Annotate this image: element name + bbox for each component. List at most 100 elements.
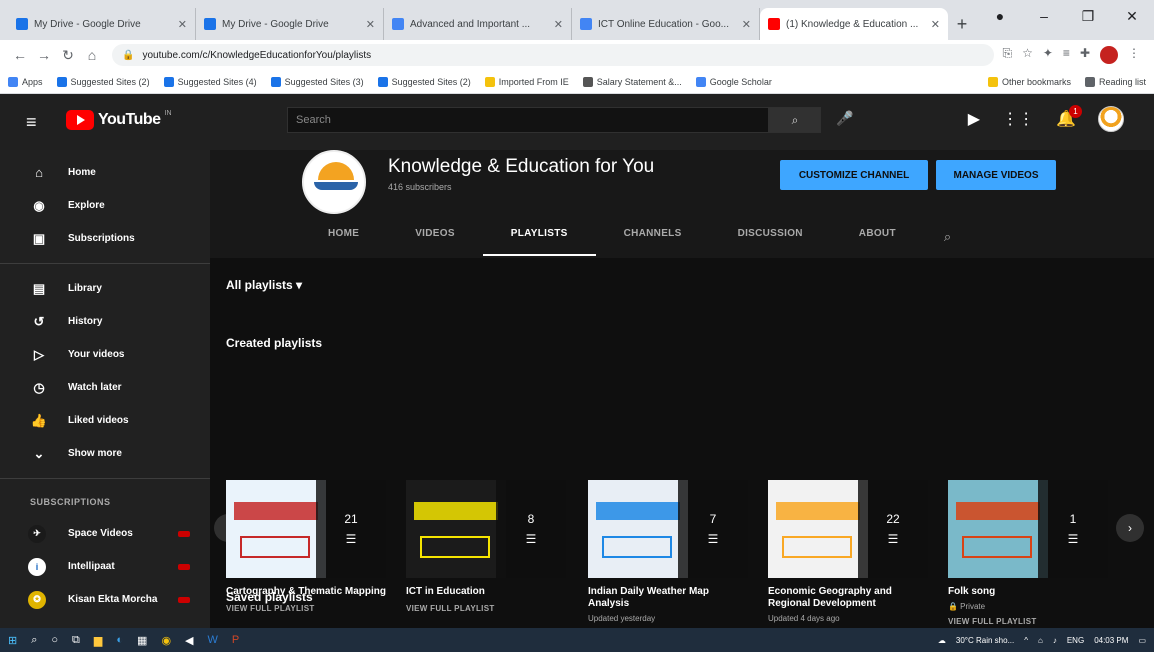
network-icon[interactable]: ⌂ bbox=[1038, 636, 1043, 645]
youtube-logo[interactable]: YouTube IN bbox=[66, 110, 172, 130]
playlist-thumbnail[interactable]: 7 ☰ bbox=[588, 480, 748, 578]
browser-tab[interactable]: Advanced and Important ... ✕ bbox=[384, 8, 572, 40]
store-icon[interactable]: ▦ bbox=[137, 634, 147, 647]
sidebar-item-liked-videos[interactable]: 👍 Liked videos bbox=[0, 404, 210, 437]
back-icon[interactable]: ← bbox=[8, 47, 32, 63]
customize-channel-button[interactable]: CUSTOMIZE CHANNEL bbox=[780, 160, 928, 190]
hamburger-menu-icon[interactable]: ≡ bbox=[26, 112, 37, 133]
playlist-thumbnail[interactable]: 22 ☰ bbox=[768, 480, 928, 578]
bookmark-item[interactable]: Suggested Sites (3) bbox=[270, 76, 364, 87]
clock-time[interactable]: 04:03 PM bbox=[1094, 636, 1128, 645]
language-indicator[interactable]: ENG bbox=[1067, 636, 1084, 645]
tab-about[interactable]: ABOUT bbox=[831, 218, 924, 256]
tab-channels[interactable]: CHANNELS bbox=[596, 218, 710, 256]
browser-tab[interactable]: (1) Knowledge & Education ... ✕ bbox=[760, 8, 948, 40]
sidebar-item-subscriptions[interactable]: ▣ Subscriptions bbox=[0, 222, 210, 255]
file-explorer-icon[interactable]: ▆ bbox=[94, 634, 102, 647]
search-button[interactable]: ⌕ bbox=[769, 107, 821, 133]
home-icon[interactable]: ⌂ bbox=[80, 47, 104, 63]
subscription-item[interactable]: i Intellipaat bbox=[0, 550, 210, 583]
media-icon[interactable]: ◀ bbox=[185, 634, 193, 647]
playlist-thumbnail[interactable]: 21 ☰ bbox=[226, 480, 386, 578]
bookmark-item[interactable]: Salary Statement &... bbox=[582, 76, 682, 87]
sidebar-item-watch-later[interactable]: ◷ Watch later bbox=[0, 371, 210, 404]
bookmark-item[interactable]: Imported From IE bbox=[484, 76, 569, 87]
playlist-thumbnail[interactable]: 1 ☰ bbox=[948, 480, 1108, 578]
playlist-title[interactable]: Economic Geography and Regional Developm… bbox=[768, 586, 928, 610]
kebab-menu-icon[interactable]: ⋮ bbox=[1128, 46, 1140, 64]
playlist-card[interactable]: 7 ☰ Indian Daily Weather Map Analysis Updat… bbox=[588, 480, 748, 628]
close-tab-icon[interactable]: ✕ bbox=[931, 18, 940, 31]
reading-list[interactable]: Reading list bbox=[1084, 76, 1146, 87]
browser-tab[interactable]: My Drive - Google Drive ✕ bbox=[196, 8, 384, 40]
playlist-card[interactable]: 1 ☰ Folk song 🔒 Private VIEW FULL PLAYLIST bbox=[948, 480, 1108, 626]
other-bookmarks[interactable]: Other bookmarks bbox=[987, 76, 1071, 87]
tab-videos[interactable]: VIDEOS bbox=[387, 218, 483, 256]
account-avatar[interactable] bbox=[1098, 106, 1124, 132]
reading-mode-icon[interactable]: ≡ bbox=[1063, 46, 1070, 64]
subscription-item[interactable]: ✈ Space Videos bbox=[0, 517, 210, 550]
sidebar-item-library[interactable]: ▤ Library bbox=[0, 272, 210, 305]
bookmark-item[interactable]: Suggested Sites (2) bbox=[56, 76, 150, 87]
browser-tab[interactable]: ICT Online Education - Goo... ✕ bbox=[572, 8, 760, 40]
windows-start-icon[interactable]: ⊞ bbox=[8, 634, 17, 647]
tray-chevron-icon[interactable]: ^ bbox=[1024, 636, 1028, 645]
cortana-icon[interactable]: ○ bbox=[51, 634, 58, 646]
profile-circle-icon[interactable]: ● bbox=[978, 8, 1022, 24]
close-tab-icon[interactable]: ✕ bbox=[554, 18, 563, 31]
microphone-icon[interactable]: 🎤 bbox=[836, 110, 853, 127]
channel-search-icon[interactable]: ⌕ bbox=[924, 229, 951, 245]
minimize-icon[interactable]: – bbox=[1022, 8, 1066, 24]
tab-discussion[interactable]: DISCUSSION bbox=[710, 218, 831, 256]
weather-text[interactable]: 30°C Rain sho... bbox=[956, 636, 1014, 645]
restore-icon[interactable]: ❐ bbox=[1066, 8, 1110, 25]
close-window-icon[interactable]: ✕ bbox=[1110, 8, 1154, 25]
bookmark-item[interactable]: Suggested Sites (2) bbox=[377, 76, 471, 87]
chrome-icon[interactable]: ◉ bbox=[161, 634, 171, 647]
playlist-card[interactable]: 22 ☰ Economic Geography and Regional Devel… bbox=[768, 480, 928, 628]
sidebar-item-home[interactable]: ⌂ Home bbox=[0, 156, 210, 189]
manage-videos-button[interactable]: MANAGE VIDEOS bbox=[936, 160, 1056, 190]
translate-icon[interactable]: ⎘ bbox=[1002, 46, 1012, 64]
word-icon[interactable]: W bbox=[208, 634, 218, 646]
all-playlists-dropdown[interactable]: All playlists ▾ bbox=[226, 278, 302, 292]
close-tab-icon[interactable]: ✕ bbox=[742, 18, 751, 31]
sidebar-item-history[interactable]: ↺ History bbox=[0, 305, 210, 338]
sidebar-item-show-more[interactable]: ⌄ Show more bbox=[0, 437, 210, 470]
view-full-playlist-link[interactable]: VIEW FULL PLAYLIST bbox=[948, 617, 1108, 626]
notifications-bell-icon[interactable]: 🔔 1 bbox=[1056, 105, 1082, 129]
puzzle-icon[interactable]: ✚ bbox=[1080, 46, 1090, 64]
create-video-icon[interactable]: ▶ bbox=[968, 109, 980, 129]
channel-avatar[interactable] bbox=[302, 150, 366, 214]
omnibox[interactable]: 🔒 youtube.com/c/KnowledgeEducationforYou… bbox=[112, 44, 995, 66]
powerpoint-icon[interactable]: P bbox=[232, 634, 239, 646]
close-tab-icon[interactable]: ✕ bbox=[178, 18, 187, 31]
new-tab-icon[interactable]: + bbox=[948, 8, 976, 40]
bookmark-item[interactable]: Google Scholar bbox=[695, 76, 772, 87]
sidebar-item-your-videos[interactable]: ▷ Your videos bbox=[0, 338, 210, 371]
playlist-card[interactable]: 8 ☰ ICT in Education VIEW FULL PLAYLIST bbox=[406, 480, 566, 613]
forward-icon[interactable]: → bbox=[32, 47, 56, 63]
carousel-next-button[interactable]: › bbox=[1116, 514, 1144, 542]
tab-home[interactable]: HOME bbox=[300, 218, 387, 256]
subscription-item[interactable]: ✪ Kisan Ekta Morcha bbox=[0, 583, 210, 616]
star-bookmark-icon[interactable]: ☆ bbox=[1022, 46, 1033, 64]
task-view-icon[interactable]: ⧉ bbox=[72, 634, 80, 647]
edge-icon[interactable]: ◐ bbox=[116, 634, 123, 646]
taskbar-search-icon[interactable]: ⌕ bbox=[31, 634, 37, 647]
browser-tab[interactable]: My Drive - Google Drive ✕ bbox=[8, 8, 196, 40]
bookmark-item[interactable]: Apps bbox=[8, 76, 43, 87]
view-full-playlist-link[interactable]: VIEW FULL PLAYLIST bbox=[406, 604, 566, 613]
tab-playlists[interactable]: PLAYLISTS bbox=[482, 218, 596, 256]
playlist-thumbnail[interactable]: 8 ☰ bbox=[406, 480, 566, 578]
bookmark-item[interactable]: Suggested Sites (4) bbox=[163, 76, 257, 87]
playlist-title[interactable]: Indian Daily Weather Map Analysis bbox=[588, 586, 748, 610]
notification-center-icon[interactable]: ▭ bbox=[1138, 636, 1146, 645]
playlist-title[interactable]: Folk song bbox=[948, 586, 1108, 598]
search-input[interactable]: Search bbox=[287, 107, 769, 133]
apps-grid-icon[interactable]: ⋮⋮ bbox=[1002, 109, 1034, 129]
playlist-title[interactable]: ICT in Education bbox=[406, 586, 566, 598]
close-tab-icon[interactable]: ✕ bbox=[366, 18, 375, 31]
view-full-playlist-link[interactable]: VIEW FULL PLAYLIST bbox=[226, 604, 386, 613]
extension-pin-icon[interactable]: ✦ bbox=[1043, 46, 1053, 64]
